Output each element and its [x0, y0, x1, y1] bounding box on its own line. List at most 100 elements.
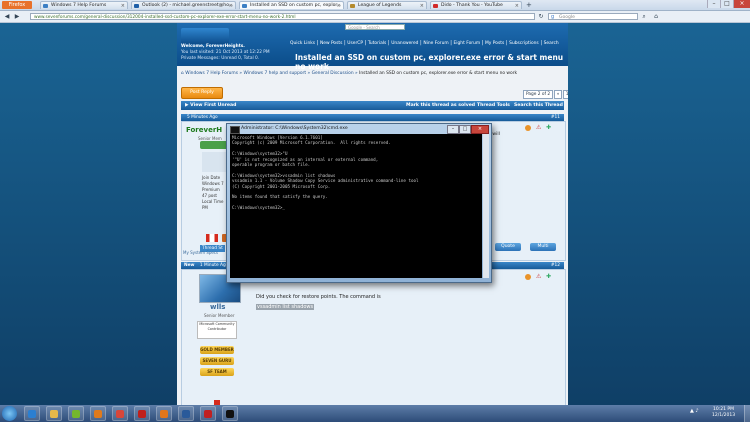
refresh-icon[interactable]: ↻ [537, 13, 545, 20]
page-prev-link[interactable]: « [554, 90, 563, 99]
tutorials-link[interactable]: Tutorials [368, 41, 386, 46]
eight-forum-link[interactable]: Eight Forum [454, 41, 481, 46]
window-controls: – □ × [707, 0, 750, 8]
tab-league-of-legends[interactable]: League of Legends × [347, 1, 427, 9]
post-text: Did you check for restore points. The co… [256, 294, 381, 300]
maximize-button[interactable]: □ [720, 0, 733, 8]
tab-close-icon[interactable]: × [515, 2, 519, 9]
google-search-input[interactable]: Google - Search [345, 24, 405, 30]
search-link[interactable]: Search [544, 41, 559, 46]
tab-close-icon[interactable]: × [420, 2, 424, 9]
search-thread-menu[interactable]: Search this Thread [514, 101, 563, 110]
forward-icon[interactable]: ▶ [13, 13, 21, 20]
warning-icon[interactable]: ⚠ [536, 273, 543, 280]
maximize-button[interactable]: □ [459, 125, 471, 134]
quick-links-link[interactable]: Quick Links [290, 41, 315, 46]
taskbar-firefox-button[interactable] [156, 406, 172, 421]
tab-windows-7-help-forums[interactable]: Windows 7 Help Forums × [40, 1, 128, 9]
taskbar-nvidia-button[interactable] [68, 406, 84, 421]
view-first-unread-link[interactable]: ▶ View First Unread [181, 103, 236, 108]
report-icon[interactable] [525, 274, 531, 280]
page-1-link[interactable]: 1 [563, 90, 568, 99]
last-visited-text: You last visited: 21 Oct 2013 at 12:22 P… [181, 50, 270, 55]
home-icon[interactable]: ⌂ [652, 13, 660, 20]
show-desktop-button[interactable] [744, 405, 750, 422]
minimize-button[interactable]: – [707, 0, 720, 8]
system-specs-link[interactable]: My System Specs [183, 250, 218, 255]
thread-tools-menu[interactable]: Thread Tools [477, 101, 510, 110]
search-go-icon[interactable]: ⌕ [640, 13, 648, 20]
tab-outlook[interactable]: Outlook (2) - michael.greenstreet@ho... … [131, 1, 236, 9]
taskbar-acrobat-button[interactable] [134, 406, 150, 421]
unanswered-link[interactable]: Unanswered [391, 41, 418, 46]
taskbar-file-explorer-button[interactable] [46, 406, 62, 421]
start-button[interactable] [2, 406, 17, 421]
post-number-link[interactable]: #12 [551, 262, 560, 269]
post-reply-button[interactable]: Post Reply [181, 87, 223, 99]
thanks-icon[interactable]: ✚ [546, 273, 553, 280]
warning-icon[interactable]: ⚠ [536, 124, 543, 131]
firefox-menu-button[interactable]: Firefox [2, 1, 32, 9]
clock[interactable]: 10:21 PM 12/1/2013 [712, 407, 735, 419]
tab-youtube[interactable]: Dido - Thank You - YouTube × [430, 1, 522, 9]
tab-close-icon[interactable]: × [121, 2, 125, 9]
cmd-scrollbar[interactable] [483, 134, 489, 278]
post-username[interactable]: ForeverH [186, 126, 222, 134]
media-player-icon [94, 410, 102, 418]
firefox-icon [160, 410, 168, 418]
breadcrumb-item[interactable]: Windows 7 help and support [243, 71, 306, 76]
thanks-icon[interactable]: ✚ [546, 124, 553, 131]
taskbar-app-icon-button[interactable] [178, 406, 194, 421]
clock-date: 12/1/2013 [712, 413, 736, 418]
cmd-output[interactable]: Microsoft Windows [Version 6.1.7601] Copy… [230, 134, 482, 278]
taskbar-error-app-button[interactable] [200, 406, 216, 421]
nine-forum-link[interactable]: Nine Forum [423, 41, 448, 46]
tab-close-icon[interactable]: × [337, 2, 341, 9]
tab-title: League of Legends [358, 3, 402, 8]
close-button[interactable]: × [471, 125, 489, 134]
cmd-window-controls: – □ × [447, 125, 489, 134]
file-explorer-icon [50, 410, 58, 418]
url-bar[interactable]: www.sevenforums.com/general-discussion/3… [30, 13, 535, 20]
cmd-window-title: Administrator: C:\Windows\System32\cmd.e… [241, 126, 348, 131]
new-tab-button[interactable]: + [526, 1, 534, 9]
breadcrumb-item[interactable]: Windows 7 Help Forums [185, 71, 238, 76]
acrobat-icon [138, 410, 146, 418]
quote-button[interactable]: Quote [495, 243, 521, 251]
home-icon[interactable]: ⌂ [181, 71, 184, 76]
close-button[interactable]: × [733, 0, 750, 8]
breadcrumb-current: Installed an SSD on custom pc, explorer.… [359, 71, 518, 76]
tab-title: Outlook (2) - michael.greenstreet@ho... [142, 3, 234, 8]
post-number-link[interactable]: #11 [551, 114, 560, 121]
taskbar-cmd-button[interactable] [222, 406, 238, 421]
search-input[interactable]: g Google [548, 13, 638, 20]
minimize-button[interactable]: – [447, 125, 459, 134]
google-icon: g [551, 14, 555, 20]
new-posts-link[interactable]: New Posts [320, 41, 342, 46]
usercp-link[interactable]: UserCP [347, 41, 363, 46]
tab-favicon-icon [433, 4, 438, 8]
post-username[interactable]: wlls [210, 303, 225, 311]
page-of-label: Page 2 of 2 [523, 90, 554, 99]
tab-favicon-icon [350, 4, 355, 8]
post-time: 1 Minute Ago [199, 263, 229, 268]
taskbar-chrome-button[interactable] [112, 406, 128, 421]
cmd-window[interactable]: Administrator: C:\Windows\System32\cmd.e… [226, 123, 492, 283]
internet-explorer-icon [28, 410, 36, 418]
mark-solved-link[interactable]: Mark this thread as solved [406, 101, 475, 110]
my-posts-link[interactable]: My Posts [485, 41, 504, 46]
tab-installed-ssd[interactable]: Installed an SSD on custom pc, explor...… [239, 1, 344, 9]
private-messages-link[interactable]: Private Messages: Unread 0, Total 0. [181, 56, 259, 61]
tab-close-icon[interactable]: × [229, 2, 233, 9]
seven-guru-badge: SEVEN GURU [200, 357, 234, 365]
user-details: Join Date Windows 7 Premium 47 post Loca… [202, 175, 224, 211]
multi-quote-button[interactable]: Multi [530, 243, 556, 251]
report-icon[interactable] [525, 125, 531, 131]
back-icon[interactable]: ◀ [3, 13, 11, 20]
breadcrumb-item[interactable]: General Discussion [312, 71, 354, 76]
subscriptions-link[interactable]: Subscriptions [509, 41, 539, 46]
page-background-right [568, 23, 750, 405]
taskbar-media-player-button[interactable] [90, 406, 106, 421]
taskbar-internet-explorer-button[interactable] [24, 406, 40, 421]
post-time: 5 Minutes Ago [187, 115, 218, 120]
